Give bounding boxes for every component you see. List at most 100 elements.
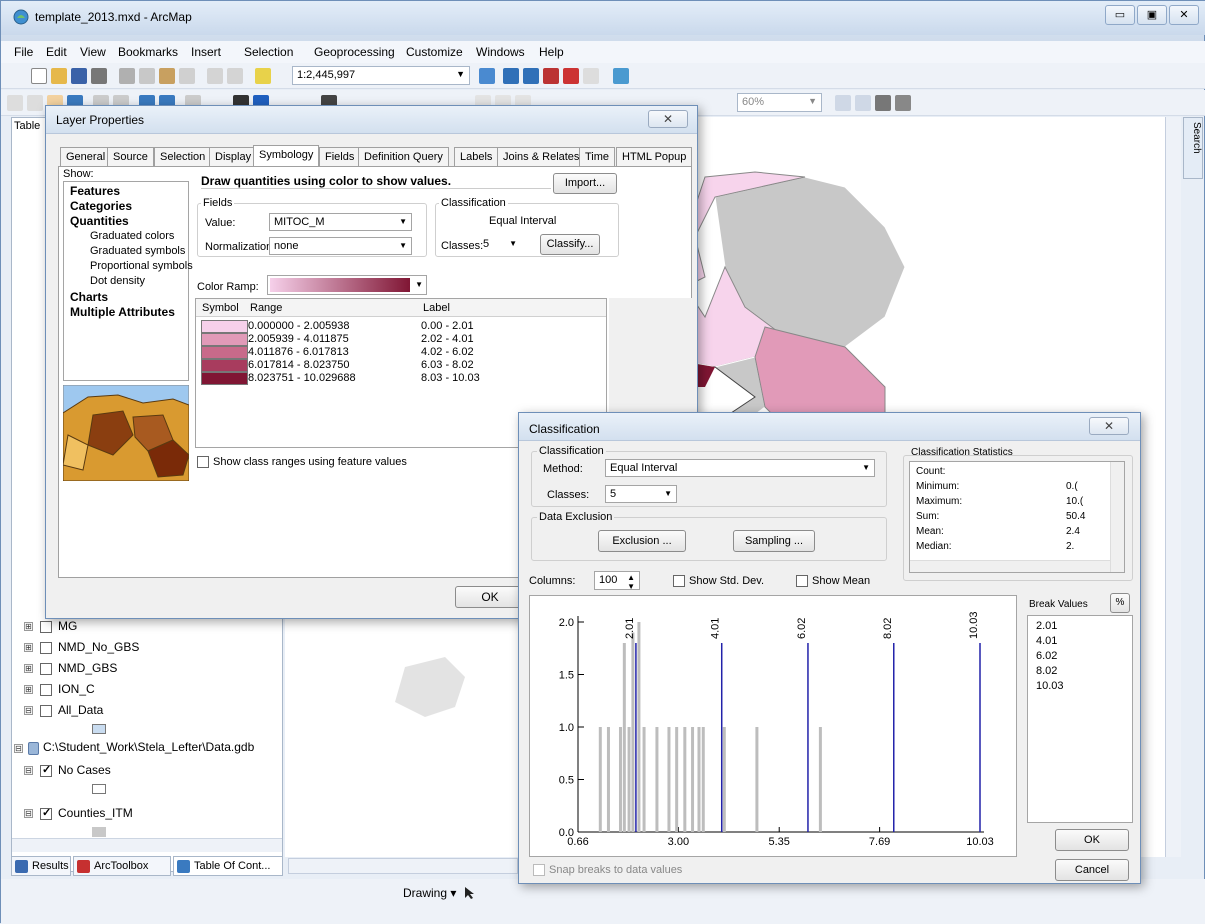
select-arrow-icon[interactable]: [463, 886, 477, 900]
menu-file[interactable]: File: [14, 45, 33, 59]
expand-ion-c-icon[interactable]: ⊞: [24, 685, 33, 694]
collapse-gdb-icon[interactable]: ⊟: [14, 744, 23, 753]
show-features[interactable]: Features: [70, 184, 120, 198]
print-icon[interactable]: [91, 68, 107, 84]
show-categories[interactable]: Categories: [70, 199, 132, 213]
class-label[interactable]: 2.02 - 4.01: [421, 333, 474, 345]
expand-nmd-no-gbs-icon[interactable]: ⊞: [24, 643, 33, 652]
close-window-button[interactable]: ✕: [1169, 5, 1199, 25]
classification-cancel-button[interactable]: Cancel: [1055, 859, 1129, 881]
layer-properties-close-button[interactable]: ✕: [648, 110, 688, 128]
show-class-ranges-checkbox[interactable]: [197, 456, 209, 468]
menu-selection[interactable]: Selection: [244, 45, 293, 59]
all-data-symbol[interactable]: [92, 724, 106, 734]
show-multiple-attributes[interactable]: Multiple Attributes: [70, 305, 175, 319]
class-color-swatch[interactable]: [201, 320, 248, 333]
show-dot-density[interactable]: Dot density: [90, 275, 145, 287]
class-color-swatch[interactable]: [201, 333, 248, 346]
search-side-tab[interactable]: Search: [1183, 117, 1203, 179]
toc-icon[interactable]: [503, 68, 519, 84]
tab-table-of-contents[interactable]: Table Of Cont...: [173, 856, 283, 876]
tab-selection[interactable]: Selection: [154, 147, 212, 166]
counties-symbol[interactable]: [92, 827, 106, 837]
collapse-all-data-icon[interactable]: ⊟: [24, 706, 33, 715]
zoom-out-icon[interactable]: [27, 95, 43, 111]
checkbox-ion-c[interactable]: [40, 684, 52, 696]
focus-frame-icon[interactable]: [855, 95, 871, 111]
map-view-controls[interactable]: [288, 858, 518, 874]
tab-definition-query[interactable]: Definition Query: [358, 147, 449, 166]
data-driven-pages-icon[interactable]: [895, 95, 911, 111]
classification-ok-button[interactable]: OK: [1055, 829, 1129, 851]
paste-icon[interactable]: [159, 68, 175, 84]
checkbox-all-data[interactable]: [40, 705, 52, 717]
menu-view[interactable]: View: [80, 45, 106, 59]
class-color-swatch[interactable]: [201, 346, 248, 359]
expand-mg-icon[interactable]: ⊞: [24, 622, 33, 631]
symbol-class-row[interactable]: 8.023751 - 10.029688 8.03 - 10.03: [196, 372, 596, 385]
symbol-class-row[interactable]: 0.000000 - 2.005938 0.00 - 2.01: [196, 320, 596, 333]
tab-arctoolbox[interactable]: ArcToolbox: [73, 856, 171, 876]
class-label[interactable]: 4.02 - 6.02: [421, 346, 474, 358]
exclusion-button[interactable]: Exclusion ...: [598, 530, 686, 552]
show-quantities[interactable]: Quantities: [70, 214, 129, 228]
tab-joins-relates[interactable]: Joins & Relates: [497, 147, 586, 166]
checkbox-nmd-gbs[interactable]: [40, 663, 52, 675]
copy-icon[interactable]: [139, 68, 155, 84]
drawing-menu[interactable]: Drawing ▾: [403, 886, 456, 900]
class-range[interactable]: 4.011876 - 6.017813: [248, 346, 349, 358]
checkbox-nmd-no-gbs[interactable]: [40, 642, 52, 654]
class-color-swatch[interactable]: [201, 372, 248, 385]
tab-display[interactable]: Display: [209, 147, 258, 166]
search-window-icon[interactable]: [543, 68, 559, 84]
normalization-combo[interactable]: none ▼: [269, 237, 412, 255]
class-range[interactable]: 8.023751 - 10.029688: [248, 372, 356, 384]
layer-nmd-no-gbs[interactable]: NMD_No_GBS: [58, 640, 139, 654]
show-graduated-symbols[interactable]: Graduated symbols: [90, 245, 185, 257]
checkbox-counties-itm[interactable]: [40, 806, 52, 820]
classes-combo[interactable]: 5 ▼: [479, 236, 521, 254]
break-value-item[interactable]: 4.01: [1036, 635, 1057, 647]
value-field-combo[interactable]: MITOC_M ▼: [269, 213, 412, 231]
break-value-item[interactable]: 10.03: [1036, 680, 1064, 692]
histogram-panel[interactable]: 0.0 0.5 1.0 1.5 2.0 0.66 3.00 5.35 7.69 10.03 2.01…: [529, 595, 1017, 857]
stats-vertical-scrollbar[interactable]: [1110, 462, 1124, 572]
col-symbol[interactable]: Symbol: [202, 302, 239, 314]
symbol-class-row[interactable]: 6.017814 - 8.023750 6.03 - 8.02: [196, 359, 596, 372]
open-icon[interactable]: [51, 68, 67, 84]
collapse-counties-icon[interactable]: ⊟: [24, 809, 33, 818]
tab-time[interactable]: Time: [579, 147, 616, 166]
delete-icon[interactable]: [179, 68, 195, 84]
cut-icon[interactable]: [119, 68, 135, 84]
layer-properties-ok-button[interactable]: OK: [455, 586, 525, 608]
no-cases-symbol[interactable]: [92, 784, 106, 794]
save-icon[interactable]: [71, 68, 87, 84]
menu-help[interactable]: Help: [539, 45, 564, 59]
show-proportional-symbols[interactable]: Proportional symbols: [90, 260, 193, 272]
layer-mg[interactable]: MG: [58, 619, 77, 633]
menu-geoprocessing[interactable]: Geoprocessing: [314, 45, 395, 59]
change-layout-icon[interactable]: [875, 95, 891, 111]
toggle-draft-icon[interactable]: [835, 95, 851, 111]
show-mean-checkbox[interactable]: [796, 575, 808, 587]
symbol-class-row[interactable]: 4.011876 - 6.017813 4.02 - 6.02: [196, 346, 596, 359]
import-button[interactable]: Import...: [553, 173, 617, 194]
maximize-button[interactable]: ▣: [1137, 5, 1167, 25]
undo-icon[interactable]: [207, 68, 223, 84]
catalog-icon[interactable]: [523, 68, 539, 84]
class-range[interactable]: 6.017814 - 8.023750: [248, 359, 350, 371]
break-value-item[interactable]: 6.02: [1036, 650, 1057, 662]
editor-icon[interactable]: [479, 68, 495, 84]
break-value-item[interactable]: 8.02: [1036, 665, 1057, 677]
tab-fields[interactable]: Fields: [319, 147, 361, 166]
histogram-chart[interactable]: 0.00.51.01.52.00.66 3.00 5.35 7.69 10.032.01…: [530, 596, 1016, 856]
gdb-path[interactable]: C:\Student_Work\Stela_Lefter\Data.gdb: [43, 740, 254, 754]
collapse-no-cases-icon[interactable]: ⊟: [24, 766, 33, 775]
layer-ion-c[interactable]: ION_C: [58, 682, 95, 696]
tab-labels[interactable]: Labels: [454, 147, 499, 166]
toolbox-icon[interactable]: [563, 68, 579, 84]
checkbox-mg[interactable]: [40, 621, 52, 633]
menu-customize[interactable]: Customize: [406, 45, 463, 59]
break-value-item[interactable]: 2.01: [1036, 620, 1057, 632]
cls-method-combo[interactable]: Equal Interval ▼: [605, 459, 875, 477]
